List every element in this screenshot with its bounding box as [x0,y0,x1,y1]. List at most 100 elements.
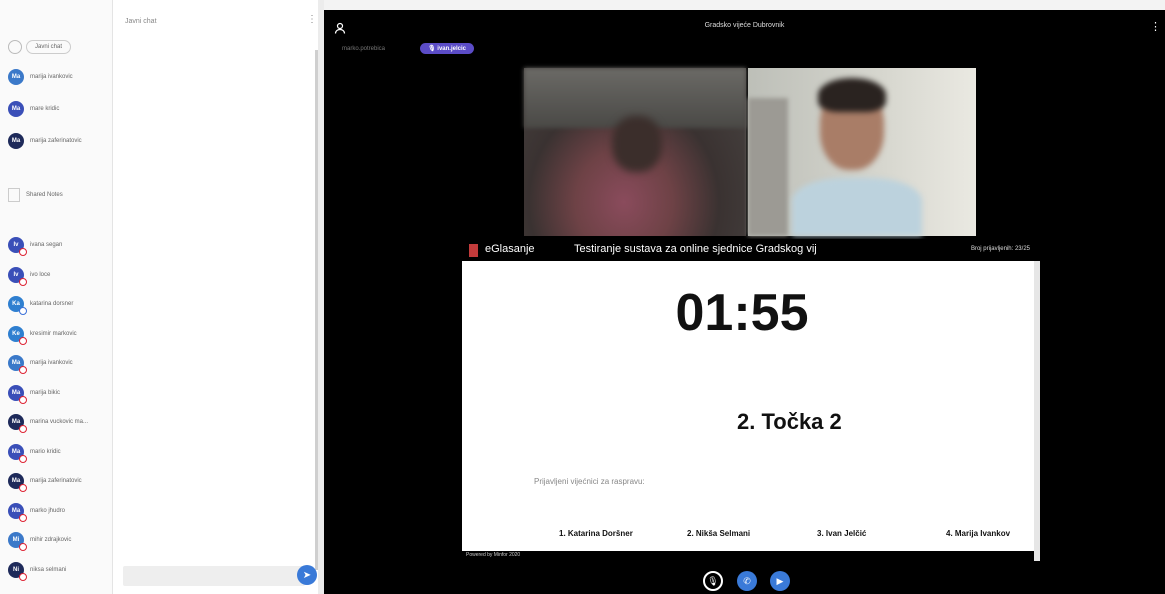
user-name: marko jhudro [30,507,66,514]
user-name: mihir zdrajkovic [30,537,72,543]
notes-icon [8,188,20,202]
user-item[interactable]: Ka katarina dorsner [8,293,73,315]
avatar: Ma [8,502,27,522]
avatar-initials: Ma [11,360,21,366]
avatar: Ke [8,325,27,345]
status-dot [19,454,27,463]
user-name: kresimir markovic [30,330,77,337]
user-item[interactable]: Ma marina vuckovic ma... [8,411,88,433]
avatar-initials: Mi [12,537,20,543]
user-name: marija bikic [30,389,61,396]
brand-label: eGlasanje [485,243,535,255]
agenda-item: 2. Točka 2 [737,409,842,434]
chat-message-input[interactable] [123,566,305,586]
mic-muted-icon[interactable]: 🎙 [703,571,723,591]
public-chat-label: Javni chat [26,40,72,54]
chat-title[interactable]: Javni chat [125,18,157,25]
camera-icon[interactable]: ▶ [770,571,790,591]
options-icon[interactable]: ⋮ [1150,20,1161,33]
status-dot [19,395,27,404]
avatar-initials: Ma [11,74,21,80]
user-name: ivana segan [30,242,63,248]
avatar-initials: Ka [12,301,20,307]
user-name: katarina dorsner [30,301,74,307]
user-item[interactable]: Ma marija bikic [8,382,60,404]
presentation-window: eGlasanje Testiranje sustava za online s… [462,239,1040,561]
avatar: Ma [8,473,27,492]
user-name: marija zaferinatovic [30,478,82,484]
user-item[interactable]: Mi mihir zdrajkovic [8,529,71,551]
avatar: Ma [8,384,27,404]
countdown-timer: 01:55 [675,284,809,342]
status-dot [19,336,27,345]
presentation-header: eGlasanje Testiranje sustava za online s… [462,239,1040,261]
avatar-initials: Ma [11,507,21,514]
registered-count: Broj prijavljenih: 23/25 [970,246,1030,252]
avatar: Ma [8,133,24,149]
speaker-3: 3. Ivan Jelčić [817,529,867,538]
status-dot [19,425,27,433]
message-name: marija ivankovic [30,74,73,80]
avatar: Iv [8,266,27,286]
avatar-initials: Ma [11,389,21,396]
status-dot [19,366,27,374]
shared-notes-label: Shared Notes [26,192,63,198]
talking-indicator-2: 🎙 ivan.jelcic [420,43,474,54]
avatar: Ma [8,355,27,374]
user-item[interactable]: Iv ivana segan [8,234,62,256]
phone-icon[interactable]: ✆ [737,571,757,591]
video-tile-2[interactable] [748,68,976,236]
status-dot [19,513,27,522]
presentation-footer: Powered by Minfor 2020 [462,551,1034,561]
avatar-initials: Ma [11,138,21,144]
chat-options-icon[interactable]: ⋮ [307,14,317,25]
avatar: Mi [8,532,27,551]
sidebar: Javni chat Ma marija ivankovic Ma mare krid… [0,0,113,594]
user-item[interactable]: Ma mario kridic [8,441,61,463]
user-item[interactable]: Ma marija ivankovic [8,352,73,374]
status-dot [19,248,27,256]
send-icon[interactable]: ➤ [297,565,317,585]
video-tile-1[interactable] [524,68,746,236]
powered-by: Powered by Minfor 2020 [466,552,521,558]
meeting-title: Gradsko vijeće Dubrovnik [704,22,785,29]
status-dot [19,307,27,315]
user-name: mario kridic [30,448,61,455]
presentation-scrollbar[interactable] [1034,261,1040,561]
status-dot [19,543,27,551]
user-item[interactable]: Ma marija zaferinatovic [8,470,82,492]
presentation-title: Testiranje sustava za online sjednice Gr… [574,243,817,255]
user-item[interactable]: Ni niksa selmani [8,559,66,581]
talking-indicator-1: marko.potrebica [342,46,386,52]
message-item[interactable]: Ma marija ivankovic [8,66,73,88]
message-item[interactable]: Ma mare kridic [8,98,59,120]
avatar-initials: Ma [11,106,21,112]
avatar-initials: Iv [13,271,19,278]
user-name: marija ivankovic [30,360,73,366]
user-item[interactable]: Iv ivo loce [8,264,50,286]
user-item[interactable]: Ke kresimir markovic [8,323,77,345]
chat-panel: Javni chat ⋮ [113,0,318,594]
speakers-label: Prijavljeni vijećnici za raspravu: [534,477,645,486]
avatar-initials: Ma [11,478,21,484]
avatar-initials: Ma [11,419,21,425]
message-name: marija zaferinatovic [30,138,82,144]
message-name: mare kridic [30,106,60,112]
avatar-initials: Ni [13,566,19,573]
speaker-4: 4. Marija Ivankov [946,529,1011,538]
status-dot [19,277,27,286]
status-dot [19,572,27,581]
meeting-area: Gradsko vijeće Dubrovnik ⋮ marko.potrebi… [324,10,1165,594]
shared-notes-item[interactable]: Shared Notes [8,184,63,206]
chat-icon [8,40,22,54]
user-item[interactable]: Ma marko jhudro [8,500,65,522]
speaker-2: 2. Nikša Selmani [687,529,751,538]
avatar: Ka [8,296,27,315]
user-name: marina vuckovic ma... [30,419,89,425]
avatar-initials: Iv [13,242,19,248]
public-chat-item[interactable]: Javni chat [8,36,72,58]
hourglass-icon [469,244,478,257]
avatar: Ma [8,414,27,433]
message-item[interactable]: Ma marija zaferinatovic [8,130,82,152]
talking-name-2: ivan.jelcic [437,46,466,52]
